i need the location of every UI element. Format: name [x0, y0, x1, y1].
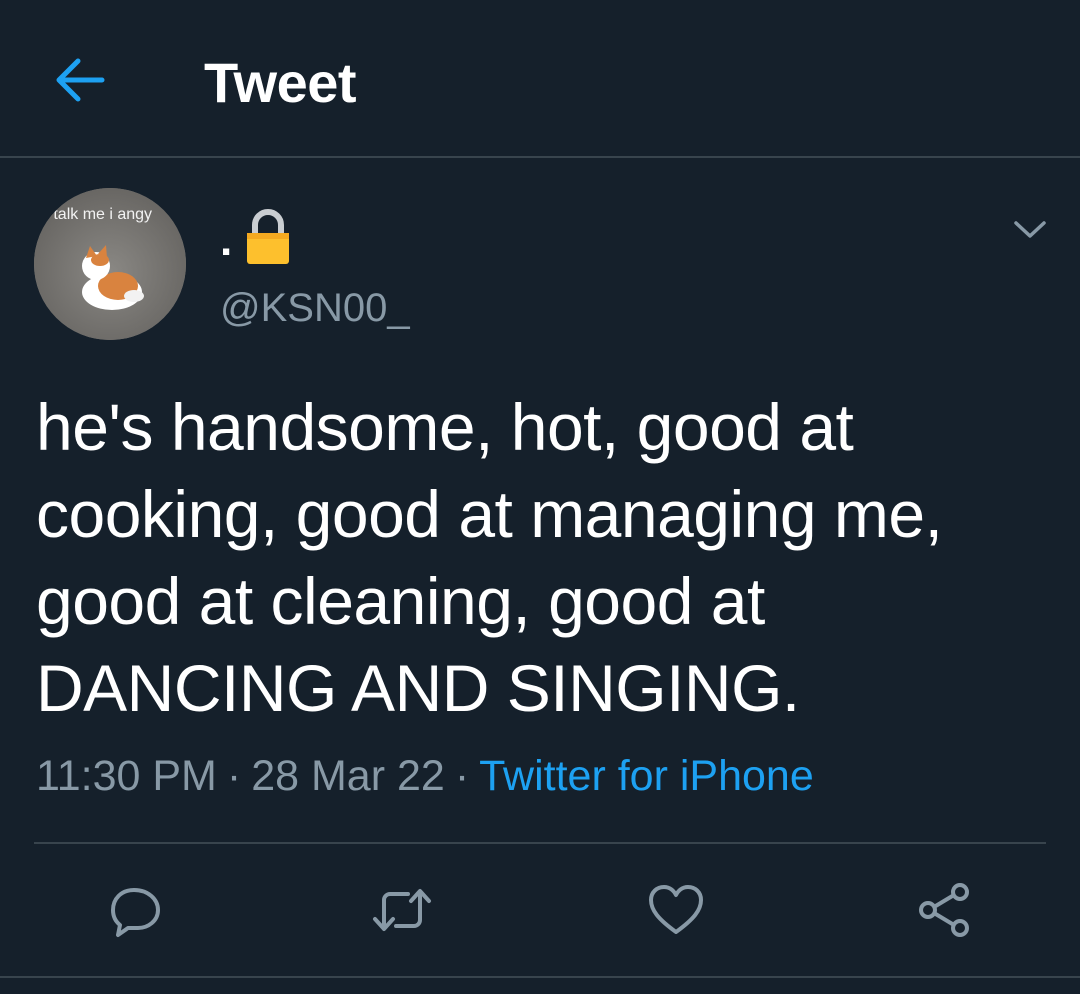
share-icon	[919, 883, 969, 937]
tweet-source-link[interactable]: Twitter for iPhone	[479, 752, 814, 800]
retweet-button[interactable]	[370, 878, 434, 942]
tweet-date: 28 Mar 22	[251, 752, 445, 800]
avatar[interactable]: o talk me i angy	[34, 188, 186, 340]
heart-icon	[649, 885, 703, 934]
display-name[interactable]: .	[220, 205, 290, 269]
retweet-icon	[373, 889, 431, 931]
share-button[interactable]	[912, 878, 976, 942]
display-name-text: .	[220, 216, 233, 265]
reply-icon	[111, 888, 160, 937]
user-handle[interactable]: @KSN00_	[220, 286, 410, 331]
lock-emoji-icon	[247, 209, 290, 264]
meta-separator: ·	[454, 752, 470, 800]
tweet-meta: 11:30 PM · 28 Mar 22 · Twitter for iPhone	[36, 752, 814, 801]
back-button[interactable]	[52, 52, 108, 108]
tweet-text: he's handsome, hot, good at cooking, goo…	[36, 390, 943, 725]
divider	[0, 976, 1080, 978]
top-bar: Tweet	[0, 0, 1080, 158]
tweet-options-button[interactable]	[1010, 212, 1050, 248]
page-title: Tweet	[204, 51, 357, 114]
tweet-time: 11:30 PM	[36, 752, 217, 800]
meta-separator: ·	[226, 752, 242, 800]
reply-button[interactable]	[104, 878, 168, 942]
like-button[interactable]	[644, 878, 708, 942]
divider	[34, 842, 1046, 844]
arrow-left-icon	[56, 58, 105, 102]
avatar-caption: o talk me i angy	[40, 206, 153, 223]
chevron-down-icon	[1014, 221, 1046, 238]
